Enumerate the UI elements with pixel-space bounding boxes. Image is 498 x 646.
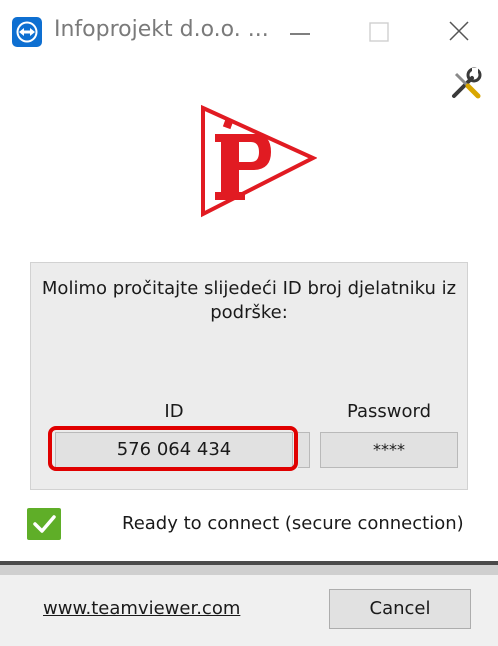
password-field[interactable]: **** [320,432,458,468]
minimize-icon [290,33,310,35]
footer-divider-line [0,561,498,565]
instruction-text: Molimo pročitajte slijedeći ID broj djel… [41,278,457,323]
maximize-button[interactable] [350,10,410,54]
close-button[interactable] [430,10,490,54]
check-icon [27,508,61,540]
password-label: Password [346,401,432,422]
status-text: Ready to connect (secure connection) [122,513,464,534]
minimize-button[interactable] [272,10,332,54]
close-icon [449,21,469,41]
teamviewer-icon [12,17,42,47]
infoprojekt-logo [197,100,318,220]
window-title: Infoprojekt d.o.o. ... [54,17,269,42]
title-bar: Infoprojekt d.o.o. ... [0,0,498,62]
cancel-button[interactable]: Cancel [329,589,471,629]
id-label: ID [164,401,184,422]
tools-icon[interactable] [446,64,486,104]
maximize-icon [369,22,389,42]
id-field-edge [298,432,310,468]
id-highlight-box [48,426,298,471]
website-link[interactable]: www.teamviewer.com [43,598,240,619]
